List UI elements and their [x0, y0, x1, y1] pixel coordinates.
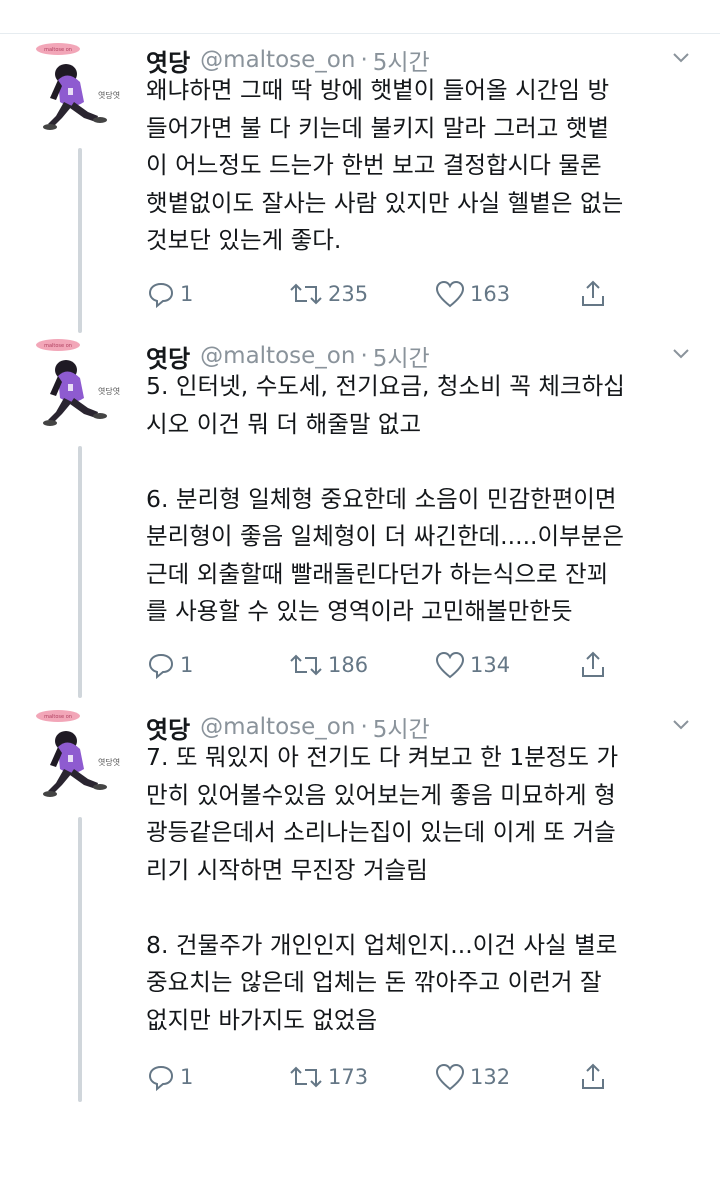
like-count: 132	[470, 1065, 511, 1089]
share-icon	[582, 1063, 604, 1089]
tweet-text-line: 만히 있어볼수있음 있어보는게 좋음 미묘하게 형	[146, 780, 616, 809]
tweet-text-line: 6. 분리형 일체형 중요한데 소음이 민감한편이면	[146, 484, 617, 513]
reply-icon	[148, 282, 174, 309]
reply-button[interactable]: 1	[146, 648, 193, 682]
tweet-text-line: 시오 이건 뭐 더 해줄말 없고	[146, 409, 422, 438]
avatar-illustration: maltose on 엿당엿	[36, 339, 120, 426]
share-icon	[582, 280, 604, 306]
tweet-text-line: 광등같은데서 소리나는집이 있는데 이게 또 거슬	[146, 818, 616, 846]
like-button[interactable]: 134	[434, 648, 510, 682]
tweet-text: 7. 또 뭐있지 아 전기도 다 켜보고 한 1분정도 가 만히 있어볼수있음 …	[146, 739, 698, 1039]
retweet-icon	[290, 1066, 322, 1088]
top-divider	[0, 33, 720, 34]
reply-icon	[148, 653, 174, 680]
svg-text:엿당엿: 엿당엿	[98, 757, 120, 767]
chevron-down-icon[interactable]	[670, 46, 692, 68]
share-icon	[582, 651, 604, 677]
tweet-text-line	[146, 889, 698, 927]
heart-icon	[435, 1063, 465, 1091]
avatar[interactable]: maltose on 엿당엿	[28, 40, 128, 140]
tweet-text-line: 분리형이 좋음 일체형이 더 싸긴한데.....이부분은	[146, 522, 625, 550]
svg-text:엿당엿: 엿당엿	[98, 386, 120, 396]
avatar-illustration: maltose on 엿당엿	[36, 43, 120, 130]
heart-icon	[435, 280, 465, 308]
reply-button[interactable]: 1	[146, 1060, 193, 1094]
svg-text:maltose on: maltose on	[44, 47, 72, 53]
separator-dot: ·	[360, 343, 368, 369]
reply-button[interactable]: 1	[146, 277, 193, 311]
retweet-icon	[290, 283, 322, 305]
tweet-text-line: 것보단 있는게 좋다.	[146, 226, 342, 254]
username[interactable]: @maltose_on	[200, 714, 355, 740]
thread-line	[78, 148, 82, 333]
chevron-down-icon[interactable]	[670, 342, 692, 364]
tweet-actions: 1 186 134	[146, 648, 666, 682]
like-count: 163	[470, 282, 511, 306]
svg-text:maltose on: maltose on	[44, 343, 72, 349]
tweet-text-line: 5. 인터넷, 수도세, 전기요금, 청소비 꼭 체크하십	[146, 372, 625, 400]
retweet-count: 186	[328, 653, 369, 677]
heart-icon	[435, 651, 465, 679]
separator-dot: ·	[360, 47, 368, 73]
retweet-icon	[290, 654, 322, 676]
tweet-text-line: 이 어느정도 드는가 한번 보고 결정합시다 물론	[146, 151, 602, 179]
reply-count: 1	[180, 1065, 194, 1089]
tweet-text-line: 중요치는 않은데 업체는 돈 깎아주고 이런거 잘	[146, 968, 602, 996]
username[interactable]: @maltose_on	[200, 47, 355, 73]
tweet-text-line: 왜냐하면 그때 딱 방에 햇볕이 들어올 시간임 방	[146, 76, 610, 104]
avatar[interactable]: maltose on 엿당엿	[28, 336, 128, 436]
retweet-button[interactable]: 186	[288, 648, 368, 682]
retweet-button[interactable]: 173	[288, 1060, 368, 1094]
tweet-text-line: 들어가면 불 다 키는데 불키지 말라 그러고 햇볕	[146, 113, 610, 142]
reply-icon	[148, 1065, 174, 1092]
like-button[interactable]: 132	[434, 1060, 510, 1094]
tweet-text-line: 8. 건물주가 개인인지 업체인지...이건 사실 별로	[146, 930, 618, 959]
like-button[interactable]: 163	[434, 277, 510, 311]
svg-text:엿당엿: 엿당엿	[98, 90, 120, 100]
reply-count: 1	[180, 282, 194, 306]
svg-text:maltose on: maltose on	[44, 714, 72, 720]
like-count: 134	[470, 653, 511, 677]
retweet-count: 235	[328, 282, 369, 306]
avatar-illustration: maltose on 엿당엿	[36, 710, 120, 797]
thread-line	[78, 446, 82, 698]
avatar[interactable]: maltose on 엿당엿	[28, 707, 128, 807]
tweet-text-line: 근데 외출할때 빨래돌린다던가 하는식으로 잔꾀	[146, 559, 609, 588]
thread-line	[78, 817, 82, 1102]
retweet-button[interactable]: 235	[288, 277, 368, 311]
tweet-actions: 1 235 163	[146, 277, 666, 311]
tweet-actions: 1 173 132	[146, 1060, 666, 1094]
chevron-down-icon[interactable]	[670, 713, 692, 735]
tweet-text: 왜냐하면 그때 딱 방에 햇볕이 들어올 시간임 방 들어가면 불 다 키는데 …	[146, 72, 698, 260]
tweet-text-line: 리기 시작하면 무진장 거슬림	[146, 855, 428, 884]
share-button[interactable]	[578, 1060, 608, 1094]
tweet-text: 5. 인터넷, 수도세, 전기요금, 청소비 꼭 체크하십 시오 이건 뭐 더 …	[146, 368, 698, 631]
share-button[interactable]	[578, 277, 608, 311]
username[interactable]: @maltose_on	[200, 343, 355, 369]
tweet-text-line: 햇볕없이도 잘사는 사람 있지만 사실 헬볕은 없는	[146, 188, 624, 217]
retweet-count: 173	[328, 1065, 369, 1089]
tweet-text-line	[146, 443, 698, 481]
tweet-text-line: 7. 또 뭐있지 아 전기도 다 켜보고 한 1분정도 가	[146, 743, 619, 771]
share-button[interactable]	[578, 648, 608, 682]
reply-count: 1	[180, 653, 194, 677]
tweet-text-line: 를 사용할 수 있는 영역이라 고민해볼만한듯	[146, 597, 573, 625]
tweet-text-line: 없지만 바가지도 없었음	[146, 1005, 378, 1034]
separator-dot: ·	[360, 714, 368, 740]
